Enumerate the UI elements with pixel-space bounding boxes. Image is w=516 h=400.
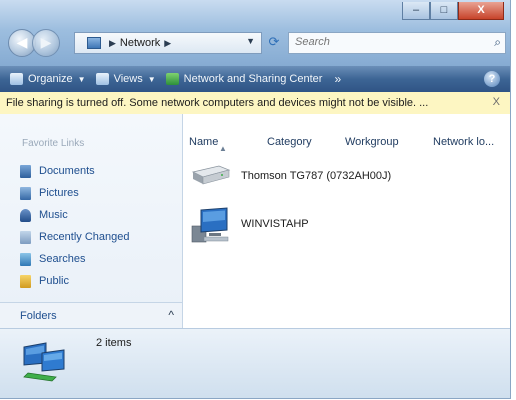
title-bar: – □ X ◀ ▶ ▶ Network ▶ ▼ ⟳ ⌕ — [0, 0, 510, 66]
views-icon — [95, 73, 109, 85]
refresh-button[interactable]: ⟳ — [264, 32, 284, 52]
favorite-link-label: Public — [39, 275, 69, 287]
address-bar[interactable]: ▶ Network ▶ ▼ — [74, 32, 262, 54]
close-button[interactable]: X — [458, 2, 504, 20]
favorite-link-music[interactable]: Music — [20, 204, 130, 226]
chevron-down-icon: ▼ — [147, 74, 156, 84]
music-icon — [20, 208, 31, 222]
network-item-router[interactable]: Thomson TG787 (0732AH00J) — [189, 158, 391, 194]
network-item-label: Thomson TG787 (0732AH00J) — [241, 170, 392, 182]
searches-icon — [20, 252, 31, 266]
network-item-label: WINVISTAHP — [241, 218, 309, 230]
column-headers: Name ▲ Category Workgroup Network lo... — [183, 132, 510, 153]
favorite-link-label: Recently Changed — [39, 231, 130, 243]
address-trailing-separator[interactable]: ▶ — [164, 38, 171, 49]
favorite-link-documents[interactable]: Documents — [20, 160, 130, 182]
network-computers-icon — [22, 337, 68, 383]
forward-button[interactable]: ▶ — [32, 29, 60, 57]
minimize-button[interactable]: – — [402, 2, 430, 20]
favorite-link-public[interactable]: Public — [20, 270, 130, 292]
network-location-icon — [87, 37, 101, 49]
navigation-row: ◀ ▶ ▶ Network ▶ ▼ ⟳ ⌕ — [8, 26, 508, 60]
organize-button[interactable]: Organize ▼ — [10, 73, 86, 85]
favorite-link-label: Pictures — [39, 187, 79, 199]
more-commands-button[interactable]: » — [334, 72, 341, 86]
file-list-pane: Name ▲ Category Workgroup Network lo... … — [183, 114, 510, 328]
address-separator[interactable]: ▶ — [109, 38, 116, 49]
caption-buttons: – □ X — [402, 2, 504, 20]
column-header-workgroup[interactable]: Workgroup — [345, 132, 415, 152]
recently-changed-icon — [20, 230, 31, 244]
search-icon[interactable]: ⌕ — [494, 35, 501, 50]
item-count-text: 2 items — [96, 337, 132, 349]
command-bar: Organize ▼ Views ▼ Network and Sharing C… — [0, 66, 510, 92]
network-center-icon — [165, 73, 179, 85]
sort-indicator-icon: ▲ — [219, 144, 227, 153]
favorite-links-title: Favorite Links — [22, 138, 85, 149]
details-pane: 2 items — [0, 328, 510, 398]
documents-icon — [20, 164, 31, 178]
pictures-icon — [20, 186, 31, 200]
folders-label[interactable]: Folders — [20, 310, 57, 322]
network-item-computer[interactable]: WINVISTAHP — [189, 206, 309, 243]
column-header-network-location[interactable]: Network lo... — [433, 132, 505, 152]
network-center-button[interactable]: Network and Sharing Center — [165, 73, 323, 85]
chevron-up-icon[interactable]: ^ — [168, 308, 174, 322]
favorite-link-label: Documents — [39, 165, 95, 177]
help-button[interactable]: ? — [484, 71, 500, 87]
explorer-window: – □ X ◀ ▶ ▶ Network ▶ ▼ ⟳ ⌕ Organize — [0, 0, 511, 399]
info-bar-text[interactable]: File sharing is turned off. Some network… — [6, 97, 428, 109]
address-location[interactable]: Network — [120, 37, 160, 49]
navigation-pane: Favorite Links Documents Pictures Music … — [0, 114, 183, 329]
info-bar-close-button[interactable]: X — [493, 96, 500, 108]
info-bar[interactable]: File sharing is turned off. Some network… — [0, 92, 510, 115]
public-folder-icon — [20, 274, 31, 288]
maximize-button[interactable]: □ — [430, 2, 458, 20]
computer-icon — [189, 206, 231, 243]
address-dropdown-icon[interactable]: ▼ — [246, 36, 255, 46]
organize-label: Organize — [28, 73, 73, 85]
search-box[interactable]: ⌕ — [288, 32, 506, 54]
organize-icon — [10, 73, 23, 85]
router-device-icon — [189, 158, 231, 194]
favorite-link-recently-changed[interactable]: Recently Changed — [20, 226, 130, 248]
column-header-category[interactable]: Category — [267, 132, 337, 152]
favorite-link-searches[interactable]: Searches — [20, 248, 130, 270]
network-center-label: Network and Sharing Center — [183, 73, 323, 85]
chevron-down-icon: ▼ — [77, 74, 86, 84]
favorite-link-label: Searches — [39, 253, 86, 265]
folders-bar[interactable]: Folders ^ — [0, 302, 182, 329]
views-button[interactable]: Views ▼ — [95, 73, 156, 85]
search-input[interactable] — [289, 33, 475, 51]
favorite-link-label: Music — [39, 209, 68, 221]
views-label: Views — [113, 73, 143, 85]
favorite-links-list: Documents Pictures Music Recently Change… — [20, 160, 130, 292]
favorite-link-pictures[interactable]: Pictures — [20, 182, 130, 204]
